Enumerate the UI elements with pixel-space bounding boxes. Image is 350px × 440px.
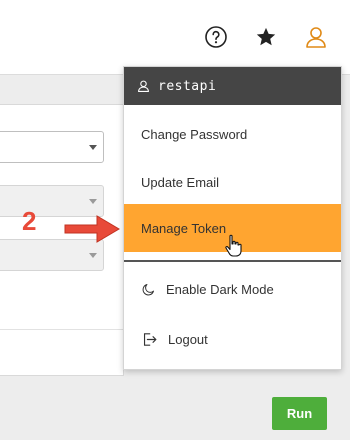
help-icon[interactable] [203,24,229,50]
select-field[interactable] [0,131,104,163]
menu-item-update-email[interactable]: Update Email [124,158,341,206]
menu-item-label: Manage Token [141,220,227,236]
user-icon [138,80,149,92]
user-icon[interactable] [303,24,329,50]
arrow-right-icon [64,215,120,243]
menu-item-label: Logout [168,331,208,347]
menu-item-label: Enable Dark Mode [166,281,274,297]
user-dropdown-menu: restapi Change Password Update Email Man… [123,66,342,370]
caret-down-icon [89,199,97,204]
top-header [0,0,350,75]
step-number: 2 [22,206,37,236]
menu-divider [124,260,341,262]
logout-icon [143,332,157,346]
divider [0,329,123,330]
menu-item-label: Change Password [141,126,248,142]
menu-header: restapi [124,67,341,105]
menu-item-dark-mode[interactable]: Enable Dark Mode [124,265,341,313]
caret-down-icon [89,253,97,258]
hand-cursor-icon [225,234,242,257]
menu-item-change-password[interactable]: Change Password [124,110,341,158]
moon-icon [142,283,154,295]
star-icon[interactable] [253,24,279,50]
menu-item-label: Update Email [141,174,220,190]
run-button[interactable]: Run [272,397,327,430]
caret-down-icon [89,145,97,150]
username-label: restapi [158,78,217,94]
menu-item-logout[interactable]: Logout [124,315,341,363]
